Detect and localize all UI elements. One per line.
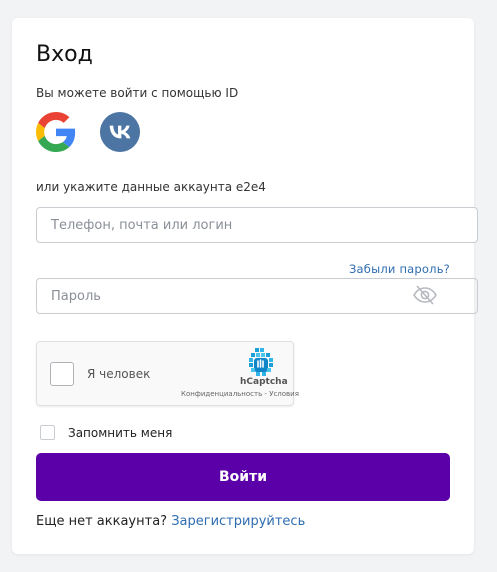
toggle-password-visibility-button[interactable] <box>412 282 438 308</box>
google-icon <box>36 112 76 152</box>
captcha-privacy-link[interactable]: Конфиденциальность <box>181 390 262 398</box>
remember-me-checkbox[interactable] <box>40 425 55 440</box>
register-row: Еще нет аккаунта? Зарегистрируйтесь <box>36 514 305 529</box>
login-submit-button[interactable]: Войти <box>36 453 450 501</box>
captcha-checkbox[interactable] <box>50 362 74 386</box>
vk-login-button[interactable] <box>100 112 140 152</box>
login-card: Вход Вы можете войти с помощью ID или ук… <box>12 18 478 554</box>
vk-icon <box>109 125 131 139</box>
captcha-links: Конфиденциальность - Условия <box>181 390 299 398</box>
forgot-password-link[interactable]: Забыли пароль? <box>349 262 450 276</box>
google-login-button[interactable] <box>36 112 76 152</box>
remember-me-label[interactable]: Запомнить меня <box>68 426 172 440</box>
social-login-hint: Вы можете войти с помощью ID <box>36 86 239 100</box>
eye-off-icon <box>413 285 437 305</box>
account-login-hint: или укажите данные аккаунта e2e4 <box>36 180 266 194</box>
captcha-brand: hCaptcha <box>240 377 288 387</box>
login-input[interactable] <box>36 207 478 243</box>
captcha-terms-link[interactable]: Условия <box>269 390 299 398</box>
hcaptcha-logo-icon <box>249 348 273 376</box>
register-link[interactable]: Зарегистрируйтесь <box>171 514 305 529</box>
hcaptcha-widget: Я человек hCaptcha Конфиденциальность - … <box>36 341 299 406</box>
register-prompt: Еще нет аккаунта? <box>36 514 168 529</box>
password-input[interactable] <box>37 279 425 313</box>
captcha-label: Я человек <box>87 367 151 381</box>
page-title: Вход <box>36 42 93 67</box>
